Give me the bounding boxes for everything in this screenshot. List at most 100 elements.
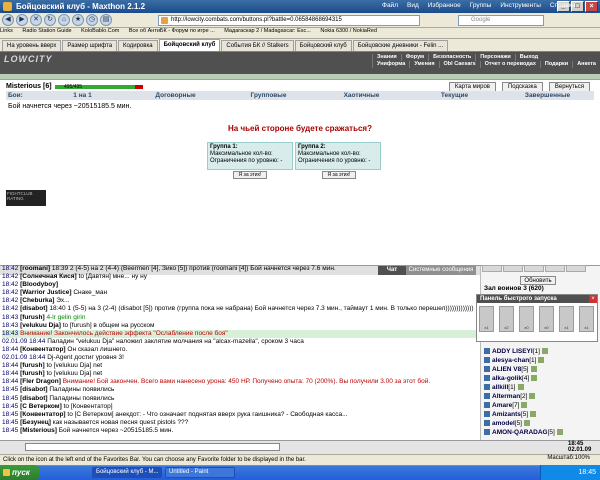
- nav-characters[interactable]: Персонажи: [475, 54, 514, 61]
- chat-sender[interactable]: [velukuu Dja]: [20, 322, 61, 329]
- user-info-icon[interactable]: [521, 402, 528, 408]
- panel-tab[interactable]: [566, 265, 586, 272]
- task-browser[interactable]: Бойцовский клуб - M...: [92, 467, 162, 478]
- online-user[interactable]: Amizants[5]: [484, 410, 563, 419]
- user-name[interactable]: allkill: [492, 384, 508, 391]
- nav-uniform[interactable]: Униформа: [371, 61, 409, 68]
- refresh-icon[interactable]: ↻: [44, 14, 56, 26]
- chat-sender[interactable]: [Warrior Justice]: [20, 289, 71, 296]
- chat-sender[interactable]: [Безунец]: [20, 419, 51, 426]
- nav-transfers[interactable]: Отчет о переводах: [479, 61, 540, 68]
- chat-sender[interactable]: [Конвентатор]: [20, 411, 65, 418]
- tab-group[interactable]: Групповые: [222, 91, 315, 100]
- online-user[interactable]: amodel[5]: [484, 419, 563, 428]
- tab-chaotic[interactable]: Хаотичные: [315, 91, 408, 100]
- toolbar-encoding[interactable]: Кодировка: [118, 40, 158, 51]
- user-info-icon[interactable]: [556, 429, 563, 435]
- tab-chat[interactable]: Чат: [378, 266, 406, 275]
- user-name[interactable]: alesya-chan: [492, 357, 529, 364]
- user-name[interactable]: alka-golik: [492, 375, 522, 382]
- private-message-icon[interactable]: [484, 393, 490, 399]
- favorites-icon[interactable]: ★: [72, 14, 84, 26]
- chat-sender[interactable]: [Fler Dragon]: [20, 378, 61, 385]
- chat-sender[interactable]: [furush]: [20, 314, 45, 321]
- online-user[interactable]: ALIEN V8[5]: [484, 365, 563, 374]
- user-info-icon[interactable]: [530, 366, 537, 372]
- address-bar[interactable]: http://lowcity.combats.com/buttons.pl?ba…: [158, 15, 420, 26]
- print-icon[interactable]: ▤: [100, 14, 112, 26]
- join-group-1-button[interactable]: Я за этих!: [233, 171, 267, 179]
- toolbar-up-level[interactable]: На уровень вверх: [2, 40, 62, 51]
- online-user[interactable]: ADDY LISEYI[1]: [484, 347, 563, 356]
- online-user[interactable]: allkill[1]: [484, 383, 563, 392]
- nav-gifts[interactable]: Подарки: [539, 61, 572, 68]
- tab-current[interactable]: Текущие: [408, 91, 501, 100]
- chat-sender[interactable]: [Конвентатор]: [20, 346, 65, 353]
- quick-slot[interactable]: x0: [539, 306, 554, 332]
- user-name[interactable]: Amizants: [492, 411, 521, 418]
- tab-contract[interactable]: Договорные: [129, 91, 222, 100]
- private-message-icon[interactable]: [484, 384, 490, 390]
- stop-icon[interactable]: ✕: [30, 14, 42, 26]
- refresh-button[interactable]: Обновить: [520, 276, 556, 285]
- private-message-icon[interactable]: [484, 429, 490, 435]
- panel-tab[interactable]: [503, 265, 523, 272]
- search-input[interactable]: Google: [458, 15, 544, 26]
- tab-1v1[interactable]: 1 на 1: [36, 91, 129, 100]
- private-message-icon[interactable]: [484, 402, 490, 408]
- quick-slot[interactable]: x0: [519, 306, 534, 332]
- chat-sender[interactable]: [disabot]: [20, 305, 47, 312]
- user-info-icon[interactable]: [531, 375, 538, 381]
- user-name[interactable]: AMON-QARADAG: [492, 429, 548, 436]
- tab-system-messages[interactable]: Системные сообщения: [406, 266, 476, 275]
- chat-sender[interactable]: [disabot]: [20, 395, 47, 402]
- online-user[interactable]: AMON-QARADAG[5]: [484, 428, 563, 437]
- user-info-icon[interactable]: [529, 393, 536, 399]
- menu-file[interactable]: Файл: [382, 2, 398, 9]
- user-name[interactable]: Amare: [492, 402, 512, 409]
- links-item[interactable]: Nokia 6300 / NokiaRed: [320, 28, 377, 34]
- tab-finished[interactable]: Завершенные: [501, 91, 594, 100]
- game-logo[interactable]: LOWCITY: [4, 54, 59, 66]
- chat-sender[interactable]: [Cheburka]: [20, 297, 54, 304]
- chat-sender[interactable]: [disabot]: [20, 386, 47, 393]
- quick-slot[interactable]: x2: [499, 306, 514, 332]
- forward-icon[interactable]: ▶: [16, 14, 28, 26]
- chat-sender[interactable]: [roomani]: [20, 265, 50, 272]
- online-user[interactable]: alka-golik[4]: [484, 374, 563, 383]
- menu-tools[interactable]: Инструменты: [500, 2, 541, 9]
- user-info-icon[interactable]: [524, 420, 530, 426]
- tab-fightclub[interactable]: Бойцовский клуб: [294, 40, 352, 51]
- panel-tab[interactable]: [545, 265, 565, 272]
- private-message-icon[interactable]: [484, 411, 490, 417]
- quick-slot[interactable]: x1: [479, 306, 494, 332]
- zoom-level[interactable]: Масштаб:100%: [547, 455, 590, 461]
- nav-knowledge[interactable]: Знания: [371, 54, 401, 61]
- user-name[interactable]: ADDY LISEYI: [492, 348, 533, 355]
- history-icon[interactable]: ◷: [86, 14, 98, 26]
- private-message-icon[interactable]: [484, 357, 490, 363]
- home-icon[interactable]: ⌂: [58, 14, 70, 26]
- links-item[interactable]: Radio Station Guide: [22, 28, 71, 34]
- links-item[interactable]: Links: [0, 28, 13, 34]
- chat-sender[interactable]: [furush]: [20, 370, 45, 377]
- nav-forum[interactable]: Форум: [400, 54, 428, 61]
- user-info-icon[interactable]: [538, 357, 545, 363]
- online-user[interactable]: Alterman[2]: [484, 392, 563, 401]
- panel-tab[interactable]: [482, 265, 502, 272]
- chat-sender[interactable]: [Солнечная Кися]: [20, 273, 77, 280]
- menu-favorites[interactable]: Избранное: [428, 2, 461, 9]
- back-icon[interactable]: ◀: [2, 14, 14, 26]
- tab-active-fightclub[interactable]: Бойцовский клуб: [158, 39, 221, 51]
- user-name[interactable]: Alterman: [492, 393, 520, 400]
- start-button[interactable]: пуск: [0, 465, 40, 480]
- nav-skills[interactable]: Умения: [409, 61, 438, 68]
- nav-caesars[interactable]: Obl Caesars: [438, 61, 480, 68]
- nav-profile[interactable]: Анкета: [572, 61, 600, 68]
- private-message-icon[interactable]: [484, 375, 490, 381]
- nav-exit[interactable]: Выход: [514, 54, 542, 61]
- rating-banner[interactable]: FIGHTCLUB RATING: [6, 190, 46, 206]
- nav-security[interactable]: Безопасность: [428, 54, 475, 61]
- private-message-icon[interactable]: [484, 366, 490, 372]
- private-message-icon[interactable]: [484, 420, 490, 426]
